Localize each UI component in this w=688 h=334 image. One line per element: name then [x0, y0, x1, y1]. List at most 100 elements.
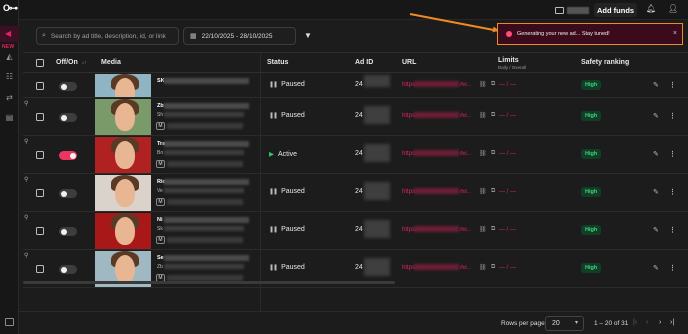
copy-icon[interactable]: ⧉: [491, 112, 495, 119]
sidebar-item-ads[interactable]: ◀: [0, 26, 19, 42]
first-page-icon[interactable]: |‹: [633, 319, 637, 326]
link-icon[interactable]: ⛓: [479, 264, 487, 271]
edit-icon[interactable]: ✎: [653, 264, 659, 272]
onoff-toggle[interactable]: [59, 189, 77, 198]
table-row[interactable]: ⚲ Ni Sk M ❚❚ Paused 24 https: /fol... ⛓ …: [23, 212, 688, 250]
row-checkbox[interactable]: [36, 113, 44, 121]
prev-page-icon[interactable]: ‹: [646, 319, 648, 326]
user-icon[interactable]: 👤︎: [668, 4, 678, 13]
more-icon[interactable]: ⋮: [669, 81, 676, 89]
bell-icon[interactable]: 🔔︎: [646, 4, 656, 13]
search-input[interactable]: [50, 32, 171, 40]
select-all-checkbox[interactable]: [36, 59, 44, 67]
limits-value: — / —: [499, 151, 517, 157]
close-icon[interactable]: ×: [673, 30, 677, 37]
ad-url-tail[interactable]: /fol...: [460, 265, 471, 271]
onoff-toggle[interactable]: [59, 82, 77, 91]
link-icon[interactable]: ⛓: [479, 150, 487, 157]
sidebar-item-documents-icon[interactable]: ▤: [5, 113, 14, 122]
ad-url-tail[interactable]: /fol...: [460, 189, 471, 195]
col-onoff[interactable]: Off/On ↓↑: [56, 59, 87, 66]
edit-icon[interactable]: ✎: [653, 150, 659, 158]
last-page-icon[interactable]: ›|: [670, 319, 674, 326]
link-icon[interactable]: ⛓: [479, 81, 487, 88]
table-row[interactable]: ⚲ Tra Bo M ▶ Active 24 https: /fol... ⛓ …: [23, 136, 688, 174]
copy-icon[interactable]: ⧉: [491, 264, 495, 271]
ad-thumbnail[interactable]: [95, 137, 151, 173]
more-icon[interactable]: ⋮: [669, 264, 676, 272]
top-bar: Add funds 🔔︎ 👤︎: [19, 0, 688, 20]
ad-title-redacted: [164, 217, 249, 223]
filter-icon[interactable]: ▼: [304, 31, 312, 40]
toast-notification: Generating your new ad... Stay tuned! ×: [497, 23, 683, 45]
onoff-toggle[interactable]: [59, 113, 77, 122]
edit-icon[interactable]: ✎: [653, 81, 659, 89]
edit-icon[interactable]: ✎: [653, 112, 659, 120]
sidebar-item-audience-icon[interactable]: ☷: [5, 72, 14, 81]
status-cell: ❚❚ Paused: [269, 81, 305, 88]
onoff-toggle[interactable]: [59, 227, 77, 236]
onoff-toggle[interactable]: [59, 151, 77, 160]
ad-title-redacted: [164, 103, 249, 109]
sidebar-item-campaigns-icon[interactable]: ◭: [5, 52, 14, 61]
pin-icon[interactable]: ⚲: [24, 252, 28, 259]
row-checkbox[interactable]: [36, 227, 44, 235]
media-badge: M: [156, 122, 165, 130]
chevron-down-icon: ▾: [574, 320, 578, 326]
pin-icon[interactable]: ⚲: [24, 138, 28, 145]
rows-per-page-select[interactable]: 20 ▾: [545, 316, 584, 331]
ad-description-redacted: [164, 150, 244, 155]
copy-icon[interactable]: ⧉: [491, 81, 495, 88]
search-field[interactable]: ⌕: [36, 27, 179, 45]
app-logo[interactable]: O⊶: [3, 3, 18, 14]
ad-thumbnail[interactable]: [95, 213, 151, 249]
row-checkbox[interactable]: [36, 189, 44, 197]
limits-value: — / —: [499, 113, 517, 119]
copy-icon[interactable]: ⧉: [491, 226, 495, 233]
pin-icon[interactable]: ⚲: [24, 100, 28, 107]
calendar-icon: ▦: [190, 33, 197, 40]
safety-rank-badge: High: [581, 80, 602, 90]
status-cell: ▶ Active: [269, 150, 297, 159]
pin-icon[interactable]: ⚲: [24, 176, 28, 183]
date-range-picker[interactable]: ▦ 22/10/2025 - 28/10/2025: [183, 27, 296, 45]
pin-icon[interactable]: ⚲: [24, 214, 28, 221]
edit-icon[interactable]: ✎: [653, 188, 659, 196]
more-icon[interactable]: ⋮: [669, 188, 676, 196]
ad-thumbnail[interactable]: [95, 99, 151, 135]
copy-icon[interactable]: ⧉: [491, 150, 495, 157]
ad-thumbnail[interactable]: [95, 175, 151, 211]
copy-icon[interactable]: ⧉: [491, 188, 495, 195]
row-checkbox[interactable]: [36, 265, 44, 273]
more-icon[interactable]: ⋮: [669, 112, 676, 120]
next-page-icon[interactable]: ›: [659, 319, 661, 326]
link-icon[interactable]: ⛓: [479, 188, 487, 195]
horizontal-scrollbar[interactable]: [23, 281, 395, 284]
ad-id-redacted: [364, 258, 390, 276]
row-checkbox[interactable]: [36, 151, 44, 159]
table-row[interactable]: ⚲ Zb Sh M ❚❚ Paused 24 https: /fol... ⛓ …: [23, 98, 688, 136]
more-icon[interactable]: ⋮: [669, 150, 676, 158]
link-icon[interactable]: ⛓: [479, 226, 487, 233]
sidebar-item-analytics-icon[interactable]: ⇄: [5, 93, 14, 102]
ad-url-tail[interactable]: /fol...: [460, 227, 471, 233]
ad-thumbnail[interactable]: [95, 74, 151, 97]
ad-url-tail[interactable]: /fol...: [460, 113, 471, 119]
onoff-toggle[interactable]: [59, 265, 77, 274]
row-checkbox[interactable]: [36, 82, 44, 90]
more-icon[interactable]: ⋮: [669, 226, 676, 234]
collapse-sidebar-icon[interactable]: [5, 318, 14, 326]
ad-url-tail[interactable]: /fol...: [460, 82, 471, 88]
link-icon[interactable]: ⛓: [479, 112, 487, 119]
sort-icon[interactable]: ↓↑: [82, 60, 87, 66]
ads-table: Off/On ↓↑ Media Status Ad ID URL Limits …: [23, 52, 688, 311]
table-row[interactable]: ⚲ Ric Ve M ❚❚ Paused 24 https: /fol... ⛓…: [23, 174, 688, 212]
table-row[interactable]: SK ❚❚ Paused 24 https: /fol... ⛓ ⧉ — / —…: [23, 74, 688, 98]
ad-url-tail[interactable]: /fol...: [460, 151, 471, 157]
status-cell: ❚❚ Paused: [269, 188, 305, 195]
edit-icon[interactable]: ✎: [653, 226, 659, 234]
add-funds-button[interactable]: Add funds: [594, 3, 638, 17]
ad-title: Ni: [157, 217, 163, 223]
ad-url-redacted: [414, 81, 459, 87]
ad-title-redacted: [164, 141, 249, 147]
